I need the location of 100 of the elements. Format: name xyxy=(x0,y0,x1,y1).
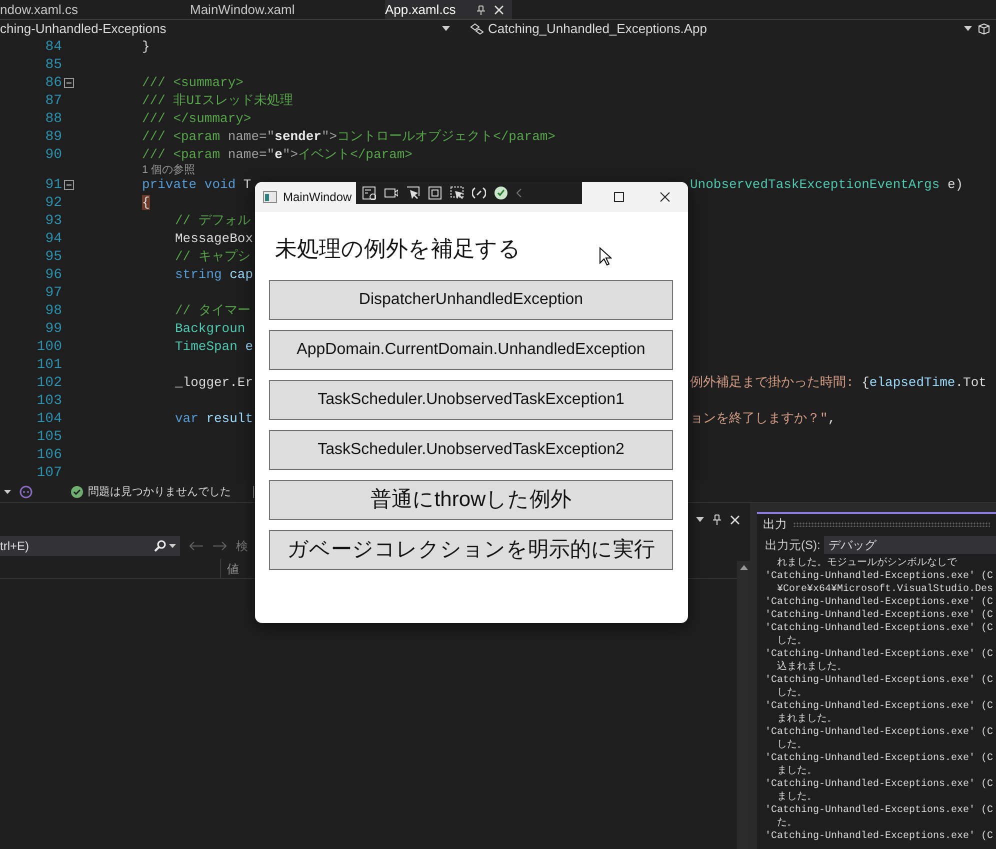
action-button[interactable]: AppDomain.CurrentDomain.UnhandledException xyxy=(269,330,673,370)
dropdown-arrow-icon[interactable] xyxy=(696,517,704,522)
source-label: 出力元(S): xyxy=(765,537,820,554)
action-button[interactable]: TaskScheduler.UnobservedTaskException2 xyxy=(269,430,673,470)
pin-icon[interactable] xyxy=(712,514,722,525)
check-circle-icon[interactable] xyxy=(494,186,508,200)
output-line: 'Catching-Unhandled-Exceptions.exe' (C xyxy=(765,804,994,817)
action-button[interactable]: DispatcherUnhandledException xyxy=(269,280,673,320)
code-line: _logger.Er xyxy=(175,374,254,392)
output-line: ¥Core¥x64¥Microsoft.VisualStudio.Des xyxy=(776,583,994,596)
output-line: した。 xyxy=(776,635,808,648)
column-header[interactable]: 値 xyxy=(221,559,239,578)
check-circle-icon[interactable] xyxy=(71,486,83,498)
line-number: 94 xyxy=(44,230,62,248)
panel-title: 出力 xyxy=(763,516,787,533)
editor-tab[interactable]: MainWindow.xaml xyxy=(120,0,385,19)
line-number: 103 xyxy=(36,392,62,410)
code-line-fragment: ョンを終了しますか？", xyxy=(690,410,836,428)
line-number: 105 xyxy=(36,428,62,446)
output-line: した。 xyxy=(776,687,808,700)
collapse-chevron-icon[interactable] xyxy=(516,188,522,198)
forward-arrow-icon[interactable] xyxy=(212,541,228,551)
line-number: 97 xyxy=(44,284,62,302)
window-title: MainWindow xyxy=(283,189,352,206)
window-app-icon xyxy=(263,191,277,203)
code-line: /// </summary> xyxy=(142,110,252,128)
close-icon[interactable] xyxy=(730,514,740,524)
code-line: var result xyxy=(175,410,254,428)
output-line: ました。 xyxy=(776,791,818,804)
close-icon[interactable] xyxy=(494,4,504,14)
code-line: Backgroun xyxy=(175,320,246,338)
reference-count[interactable]: 1 個の参照 xyxy=(142,164,196,176)
code-line: // キャプシ xyxy=(175,248,250,266)
output-line: 'Catching-Unhandled-Exceptions.exe' (C xyxy=(765,596,994,609)
line-number: 88 xyxy=(44,110,62,128)
line-number: 84 xyxy=(44,38,62,56)
output-line: 'Catching-Unhandled-Exceptions.exe' (C xyxy=(765,622,994,635)
track-focus-icon[interactable] xyxy=(450,186,464,200)
line-number: 96 xyxy=(44,266,62,284)
camera-icon[interactable] xyxy=(384,186,398,200)
output-line: 'Catching-Unhandled-Exceptions.exe' (C xyxy=(765,830,994,843)
action-button[interactable]: 普通にthrowした例外 xyxy=(269,480,673,520)
code-line: /// <param name="e">イベント</param> xyxy=(142,146,412,164)
line-number: 99 xyxy=(44,320,62,338)
project-dropdown[interactable]: ching-Unhandled-Exceptions xyxy=(0,20,460,37)
code-line-fragment: UnobservedTaskExceptionEventArgs e) xyxy=(690,176,964,194)
dropdown-arrow-icon xyxy=(169,544,176,548)
editor-tab[interactable]: App.xaml.cs xyxy=(385,0,512,19)
code-line: // デフォル xyxy=(175,212,250,230)
back-arrow-icon[interactable] xyxy=(188,541,204,551)
output-line: 'Catching-Unhandled-Exceptions.exe' (C xyxy=(765,752,994,765)
member-dropdown[interactable]: Catching_Unhandled_Exceptions.App xyxy=(470,20,972,37)
close-icon xyxy=(660,192,670,202)
collapse-icon[interactable] xyxy=(64,180,74,190)
line-number: 95 xyxy=(44,248,62,266)
output-line: まれました。 xyxy=(776,713,838,726)
source-dropdown[interactable]: デバッグ xyxy=(824,536,996,554)
cube-icon xyxy=(977,22,991,34)
line-number: 107 xyxy=(36,464,62,482)
code-line: private void T xyxy=(142,176,252,194)
window-heading: 未処理の例外を補足する xyxy=(275,237,521,261)
code-line: string cap xyxy=(175,266,254,284)
line-number: 92 xyxy=(44,194,62,212)
mouse-cursor-icon xyxy=(599,247,612,266)
search-field[interactable]: trl+E) xyxy=(0,536,180,556)
action-button[interactable]: TaskScheduler.UnobservedTaskException1 xyxy=(269,380,673,420)
output-line: 'Catching-Unhandled-Exceptions.exe' (C xyxy=(765,674,994,687)
output-line: 'Catching-Unhandled-Exceptions.exe' (C xyxy=(765,609,994,622)
live-tree-icon[interactable] xyxy=(362,186,376,200)
maximize-icon xyxy=(614,192,624,202)
dropdown-arrow-icon xyxy=(4,490,11,494)
output-line: 込まれました。 xyxy=(776,661,848,674)
class-members-icon xyxy=(470,22,484,34)
line-number: 93 xyxy=(44,212,62,230)
line-number: 104 xyxy=(36,410,62,428)
scrollbar[interactable] xyxy=(737,561,750,849)
output-line: ました。 xyxy=(776,765,818,778)
dropdown-arrow-icon xyxy=(964,26,972,31)
line-number: 86 xyxy=(44,74,62,92)
action-button[interactable]: ガベージコレクションを明示的に実行 xyxy=(269,530,673,570)
code-line-fragment: 例外補足まで掛かった時間: {elapsedTime.Tot xyxy=(690,374,986,392)
line-number: 102 xyxy=(36,374,62,392)
output-line: 'Catching-Unhandled-Exceptions.exe' (C xyxy=(765,648,994,660)
code-line: /// 非UIスレッド未処理 xyxy=(142,92,293,110)
code-line: MessageBox xyxy=(175,230,254,248)
line-number: 106 xyxy=(36,446,62,464)
hot-reload-icon[interactable] xyxy=(472,186,486,200)
adorner-icon[interactable] xyxy=(428,186,442,200)
editor-tab[interactable]: ndow.xaml.cs xyxy=(0,0,120,19)
output-line: 'Catching-Unhandled-Exceptions.exe' (C xyxy=(765,726,994,739)
collapse-icon[interactable] xyxy=(64,78,74,88)
line-number: 101 xyxy=(36,356,62,374)
search-icon xyxy=(154,540,166,552)
select-element-icon[interactable] xyxy=(406,186,420,200)
output-line: 'Catching-Unhandled-Exceptions.exe' (C xyxy=(765,778,994,791)
output-line: した。 xyxy=(776,739,808,752)
status-message: 問題は見つかりませんでした xyxy=(88,484,231,500)
line-number: 98 xyxy=(44,302,62,320)
code-line: } xyxy=(142,38,150,56)
code-line: // タイマー xyxy=(175,302,250,320)
